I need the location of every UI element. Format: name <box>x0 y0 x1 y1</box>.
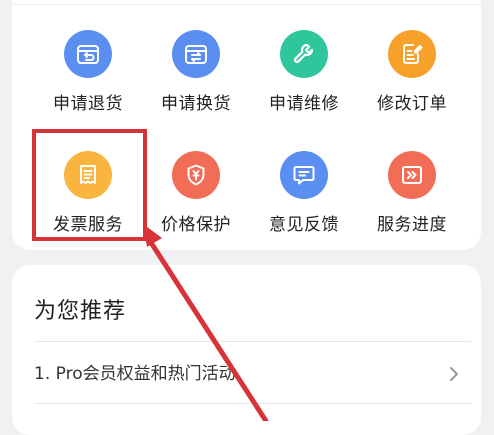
annotation-arrow-icon <box>143 224 269 421</box>
